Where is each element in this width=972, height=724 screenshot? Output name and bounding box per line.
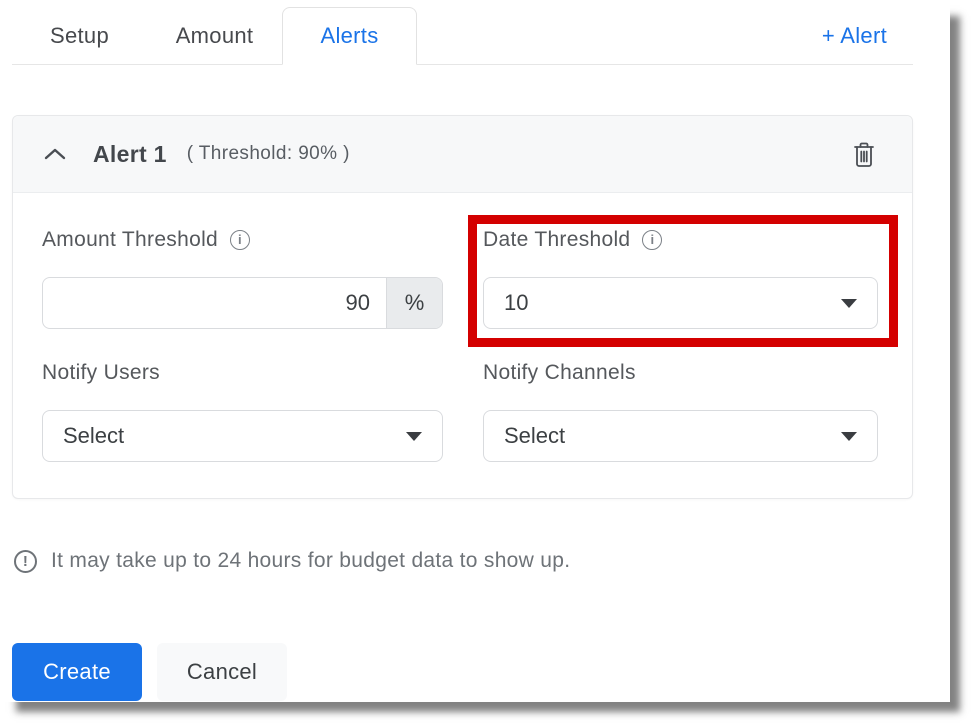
- amount-threshold-group: Amount Threshold i 90 %: [42, 227, 443, 329]
- percent-addon: %: [386, 278, 442, 328]
- alert-card: Alert 1 ( Threshold: 90% ): [12, 115, 913, 499]
- tab-alerts[interactable]: Alerts: [282, 7, 417, 65]
- alert-card-header: Alert 1 ( Threshold: 90% ): [13, 116, 912, 193]
- add-alert-button[interactable]: + Alert: [822, 7, 913, 64]
- alert-circle-icon: !: [14, 550, 37, 573]
- notify-channels-label-text: Notify Channels: [483, 361, 636, 385]
- date-threshold-select[interactable]: 10: [483, 277, 878, 329]
- amount-threshold-value[interactable]: 90: [43, 278, 386, 328]
- alert-title: Alert 1: [93, 141, 167, 168]
- budget-alert-panel: Setup Amount Alerts + Alert Alert 1 ( Th…: [0, 0, 950, 702]
- tab-amount[interactable]: Amount: [147, 7, 282, 64]
- info-note: ! It may take up to 24 hours for budget …: [12, 549, 913, 573]
- alert-card-body: Amount Threshold i 90 % Date Threshold i: [13, 193, 912, 498]
- cancel-button[interactable]: Cancel: [157, 643, 287, 701]
- tabs-bar: Setup Amount Alerts + Alert: [12, 7, 913, 65]
- amount-threshold-input[interactable]: 90 %: [42, 277, 443, 329]
- chevron-down-icon: [406, 432, 422, 441]
- info-note-text: It may take up to 24 hours for budget da…: [51, 549, 570, 573]
- date-threshold-group: Date Threshold i 10: [483, 227, 878, 329]
- notify-users-group: Notify Users Select: [42, 360, 443, 462]
- notify-users-label: Notify Users: [42, 360, 443, 386]
- amount-threshold-label-text: Amount Threshold: [42, 228, 218, 252]
- chevron-up-icon[interactable]: [43, 146, 67, 162]
- amount-threshold-label: Amount Threshold i: [42, 227, 443, 253]
- trash-icon[interactable]: [852, 141, 876, 168]
- notify-channels-label: Notify Channels: [483, 360, 878, 386]
- date-threshold-label-text: Date Threshold: [483, 228, 630, 252]
- create-button[interactable]: Create: [12, 643, 142, 701]
- action-buttons: Create Cancel: [12, 643, 913, 701]
- notify-users-value: Select: [63, 423, 124, 449]
- date-threshold-value: 10: [504, 290, 528, 316]
- tab-setup[interactable]: Setup: [12, 7, 147, 64]
- info-circle-icon[interactable]: i: [642, 230, 662, 250]
- notify-channels-group: Notify Channels Select: [483, 360, 878, 462]
- notify-users-label-text: Notify Users: [42, 361, 160, 385]
- chevron-down-icon: [841, 299, 857, 308]
- alert-threshold-summary: ( Threshold: 90% ): [187, 143, 350, 165]
- notify-users-select[interactable]: Select: [42, 410, 443, 462]
- notify-channels-value: Select: [504, 423, 565, 449]
- info-circle-icon[interactable]: i: [230, 230, 250, 250]
- date-threshold-label: Date Threshold i: [483, 227, 878, 253]
- notify-channels-select[interactable]: Select: [483, 410, 878, 462]
- chevron-down-icon: [841, 432, 857, 441]
